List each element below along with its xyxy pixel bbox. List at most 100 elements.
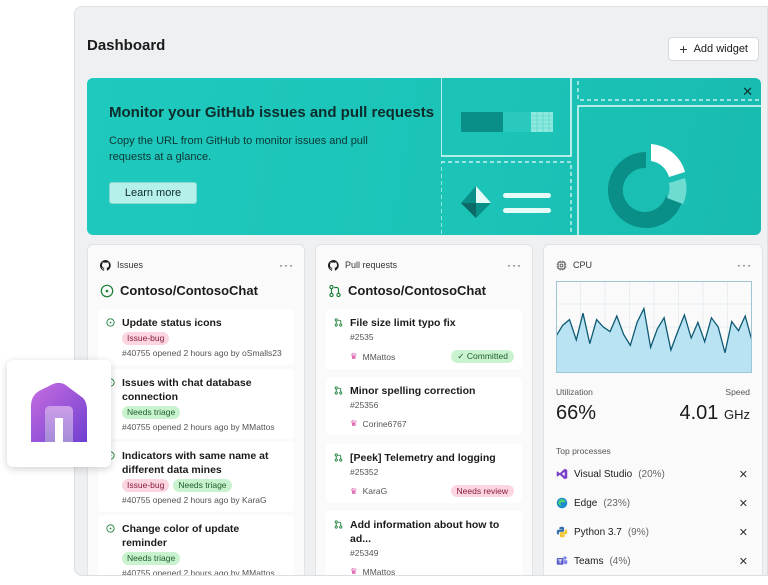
label-badge: Issue-bug — [122, 332, 170, 345]
widget-title: Issues — [117, 260, 144, 270]
list-item[interactable]: Add information about how to ad... #2534… — [326, 511, 522, 576]
label-badge: Needs triage — [122, 552, 181, 565]
pr-title: Minor spelling correction — [350, 385, 476, 397]
label-badge: Needs triage — [173, 479, 232, 492]
github-icon — [328, 259, 339, 271]
more-options-icon[interactable]: ··· — [279, 258, 294, 272]
utilization-value: 66% — [556, 402, 597, 424]
issue-title: Change color of update reminder — [122, 523, 240, 549]
pull-request-icon — [334, 453, 343, 462]
author-icon: ♛ — [350, 351, 358, 361]
close-icon[interactable]: ✕ — [739, 526, 748, 539]
process-row: Visual Studio (20%) ✕ — [556, 466, 748, 482]
list-item[interactable]: File size limit typo fix #2535 ♛ MMattos… — [326, 309, 522, 369]
status-badge: Needs review — [450, 485, 514, 497]
add-widget-button[interactable]: + Add widget — [668, 37, 759, 61]
process-percent: (9%) — [627, 526, 649, 538]
pr-title: Add information about how to ad... — [350, 519, 500, 545]
pr-author: MMattos — [362, 351, 396, 362]
pull-requests-widget: Pull requests ··· Contoso/ContosoChat Fi… — [315, 244, 533, 576]
process-name: Python 3.7 — [574, 526, 622, 538]
python-icon — [556, 526, 568, 538]
status-badge: ✓ Committed — [451, 350, 514, 363]
issue-meta: #40755 opened 2 hours ago by MMattos — [122, 422, 275, 432]
author-icon: ♛ — [350, 485, 358, 496]
dev-home-logo-icon — [31, 382, 87, 442]
pr-number: #25356 — [350, 400, 379, 410]
process-name: Visual Studio — [574, 468, 633, 480]
pr-title: [Peek] Telemetry and logging — [350, 452, 496, 464]
pr-author: MMattos — [362, 566, 396, 576]
more-options-icon[interactable]: ··· — [737, 258, 752, 272]
page-title: Dashboard — [87, 37, 166, 54]
list-item[interactable]: Update status icons Issue-bug #40755 ope… — [98, 309, 294, 365]
cpu-widget: CPU ··· Utilization Speed 66% 4.01 GHz T… — [543, 244, 763, 575]
cpu-chart — [555, 281, 753, 373]
author-icon: ♛ — [350, 418, 358, 428]
speed-label: Speed — [725, 387, 750, 397]
process-row: Edge (23%) ✕ — [556, 495, 748, 511]
cpu-icon — [556, 260, 567, 270]
process-name: Edge — [574, 497, 598, 509]
list-item[interactable]: Change color of update reminder Needs tr… — [98, 515, 294, 576]
banner-title: Monitor your GitHub issues and pull requ… — [109, 104, 435, 121]
teams-icon — [556, 556, 568, 565]
plus-icon: + — [679, 41, 688, 57]
dashboard-window: Dashboard + Add widget Monitor your GitH… — [74, 6, 768, 576]
edge-icon — [556, 497, 568, 509]
pull-request-icon — [329, 284, 341, 297]
speed-value: 4.01 GHz — [679, 402, 751, 424]
pr-title: File size limit typo fix — [350, 317, 456, 329]
list-item[interactable]: Indicators with same name at different d… — [98, 442, 294, 512]
github-icon — [100, 259, 111, 271]
issue-meta: #40755 opened 2 hours ago by KaraG — [122, 495, 267, 505]
close-icon[interactable]: ✕ — [742, 84, 753, 100]
repo-name: Contoso/ContosoChat — [328, 283, 486, 298]
dev-home-logo-tile — [7, 360, 111, 467]
top-processes-label: Top processes — [556, 446, 611, 456]
pull-request-icon — [334, 386, 343, 395]
pr-number: #25352 — [350, 467, 379, 477]
more-options-icon[interactable]: ··· — [507, 258, 522, 272]
pr-author: Corine6767 — [362, 418, 407, 429]
pr-author: KaraG — [362, 486, 388, 496]
pulls-widget-header: Pull requests ··· — [328, 257, 522, 273]
list-item[interactable]: [Peek] Telemetry and logging #25352 ♛ Ka… — [326, 444, 522, 503]
issue-title: Update status icons — [122, 317, 222, 329]
issues-widget: Issues ··· Contoso/ContosoChat Update st… — [87, 244, 305, 576]
widget-title: CPU — [573, 260, 593, 270]
pr-number: #2535 — [350, 332, 374, 342]
github-banner: Monitor your GitHub issues and pull requ… — [87, 78, 761, 235]
pull-request-icon — [334, 520, 343, 529]
issue-title: Indicators with same name at different d… — [122, 450, 269, 476]
issue-title: Issues with chat database connection — [122, 377, 252, 403]
learn-more-button[interactable]: Learn more — [109, 182, 197, 204]
process-row: Python 3.7 (9%) ✕ — [556, 524, 748, 540]
repo-name: Contoso/ContosoChat — [100, 283, 258, 298]
issue-meta: #40755 opened 2 hours ago by oSmalls23 — [122, 348, 282, 358]
close-icon[interactable]: ✕ — [739, 555, 748, 568]
process-percent: (4%) — [609, 555, 631, 567]
process-percent: (20%) — [638, 468, 665, 480]
issue-open-icon — [106, 524, 115, 533]
list-item[interactable]: Minor spelling correction #25356 ♛ Corin… — [326, 377, 522, 435]
issue-open-icon — [100, 284, 114, 297]
list-item[interactable]: Issues with chat database connection Nee… — [98, 369, 294, 439]
widget-title: Pull requests — [345, 260, 398, 270]
label-badge: Issue-bug — [122, 479, 170, 492]
process-name: Teams — [574, 555, 604, 567]
issue-open-icon — [106, 318, 115, 327]
cpu-widget-header: CPU ··· — [556, 257, 752, 273]
pull-request-icon — [334, 318, 343, 327]
process-percent: (23%) — [603, 497, 631, 509]
visual-studio-icon — [556, 468, 568, 480]
banner-text: Copy the URL from GitHub to monitor issu… — [109, 135, 368, 163]
cpu-chart-svg — [555, 281, 753, 373]
add-widget-label: Add widget — [693, 43, 748, 55]
label-badge: Needs triage — [122, 406, 181, 419]
banner-illustration — [440, 78, 761, 235]
close-icon[interactable]: ✕ — [739, 497, 748, 510]
close-icon[interactable]: ✕ — [739, 468, 748, 481]
issue-meta: #40755 opened 2 hours ago by MMattos — [122, 568, 275, 576]
utilization-label: Utilization — [556, 387, 593, 397]
